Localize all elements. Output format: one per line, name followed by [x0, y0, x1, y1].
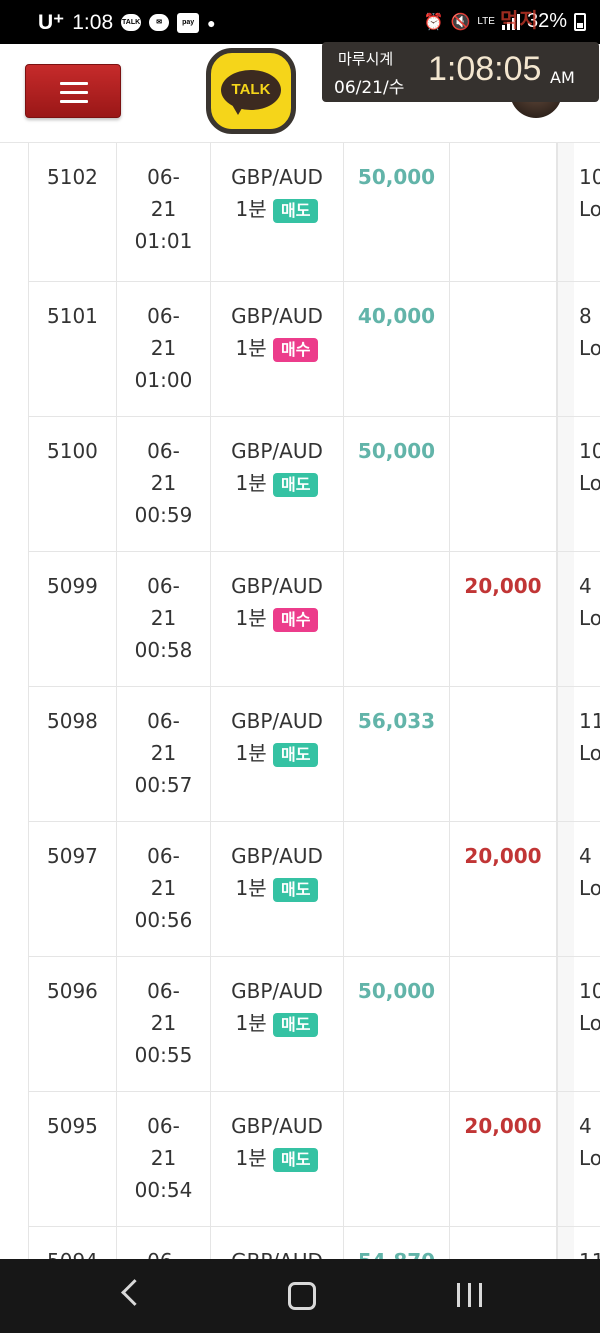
trade-id: 5095: [29, 1092, 117, 1226]
trade-side-badge: 매도: [273, 1012, 319, 1037]
trade-loss: [450, 143, 557, 281]
trade-side-badge: 매도: [273, 198, 319, 223]
table-row[interactable]: 509406-2100:53GBP/AUD1분 매도54,87011Lo: [29, 1227, 600, 1259]
trade-symbol: GBP/AUD 1분 매수: [211, 552, 344, 686]
table-row[interactable]: 5095 06- 21 00:54 GBP/AUD 1분 매도 20,000 4 Lo: [29, 1092, 600, 1227]
trade-side-badge: 매도: [273, 1147, 319, 1172]
table-row[interactable]: 5096 06- 21 00:55 GBP/AUD 1분 매도 50,000 10 Lo: [29, 957, 600, 1092]
trade-time: 06- 21 00:59: [117, 417, 211, 551]
trade-history[interactable]: 5102 06- 21 01:01 GBP/AUD 1분 매도 50,000 10 Lo 5101…: [0, 143, 600, 1259]
trade-profit: 56,033: [344, 687, 450, 821]
trade-table: 5102 06- 21 01:01 GBP/AUD 1분 매도 50,000 10 Lo 5101…: [28, 143, 600, 1259]
table-row[interactable]: 5098 06- 21 00:57 GBP/AUD 1분 매도 56,033 11 Lo: [29, 687, 600, 822]
trade-period: 1분: [235, 471, 267, 495]
kakaotalk-label: TALK: [221, 70, 281, 110]
table-row[interactable]: 5100 06- 21 00:59 GBP/AUD 1분 매도 50,000 10 Lo: [29, 417, 600, 552]
table-row[interactable]: 5099 06- 21 00:58 GBP/AUD 1분 매수 20,000 4 Lo: [29, 552, 600, 687]
trade-loss: [450, 957, 557, 1091]
recent-apps-icon[interactable]: [457, 1283, 483, 1307]
clock-ampm: AM: [550, 68, 575, 87]
trade-id: 5096: [29, 957, 117, 1091]
trade-symbol: GBP/AUD1분 매도: [211, 1227, 344, 1259]
table-row[interactable]: 5101 06- 21 01:00 GBP/AUD 1분 매수 40,000 8 Lo: [29, 282, 600, 417]
trade-loss: [450, 1227, 557, 1259]
trade-symbol: GBP/AUD1분 매도: [211, 822, 344, 956]
trade-side-badge: 매도: [273, 877, 319, 902]
trade-period: 1분: [235, 606, 267, 630]
trade-side-badge: 매수: [273, 607, 319, 632]
trade-period: 1분: [235, 197, 267, 221]
status-left: U⁺ 1:08 TALK ✉ pay ●: [38, 10, 216, 35]
clock-time: 1:08:05: [428, 50, 542, 88]
home-icon[interactable]: [288, 1282, 316, 1310]
trade-loss: [450, 282, 557, 416]
trade-time: 06- 21 00:54: [117, 1092, 211, 1226]
trade-profit: [344, 552, 450, 686]
trade-id: 5097: [29, 822, 117, 956]
carrier-label: U⁺: [38, 11, 65, 34]
trade-symbol: GBP/AUD1분 매도: [211, 143, 344, 281]
trade-id: 5102: [29, 143, 117, 281]
trade-profit: 50,000: [344, 143, 450, 281]
watermark-logo: 먹지: [500, 10, 539, 32]
trade-id: 5100: [29, 417, 117, 551]
trade-profit: 54,870: [344, 1227, 450, 1259]
trade-symbol: GBP/AUD1분 매도: [211, 417, 344, 551]
trade-time: 06- 21 01:01: [117, 143, 211, 281]
maru-clock-widget: 마루시계 06/21/수 1:08:05 AM: [322, 42, 599, 102]
trade-loss: 20,000: [450, 552, 557, 686]
lte-label: LTE: [477, 15, 495, 27]
alarm-icon: ⏰: [423, 13, 444, 31]
trade-time: 06- 21 00:55: [117, 957, 211, 1091]
trade-id: 5101: [29, 282, 117, 416]
kakaotalk-icon[interactable]: TALK: [206, 48, 296, 134]
pay-notification-icon: pay: [177, 12, 200, 33]
trade-symbol: GBP/AUD1분 매도: [211, 1092, 344, 1226]
status-time: 1:08: [72, 10, 114, 34]
trade-profit: [344, 1092, 450, 1226]
table-row[interactable]: 5102 06- 21 01:01 GBP/AUD 1분 매도 50,000 10 Lo: [29, 143, 600, 282]
trade-side-badge: 매수: [273, 337, 319, 362]
clock-label: 마루시계: [338, 50, 394, 68]
navigation-bar: [0, 1259, 600, 1333]
more-notifications-dot: ●: [207, 14, 216, 31]
trade-time: 06- 21 00:57: [117, 687, 211, 821]
trade-symbol: GBP/AUD1분 매도: [211, 957, 344, 1091]
trade-time: 06- 21 01:00: [117, 282, 211, 416]
table-row[interactable]: 5097 06- 21 00:56 GBP/AUD 1분 매도 20,000 4 Lo: [29, 822, 600, 957]
trade-symbol: GBP/AUD1분 매도: [211, 687, 344, 821]
trade-period: 1분: [235, 1146, 267, 1170]
trade-id: 5094: [29, 1227, 117, 1259]
trade-period: 1분: [235, 876, 267, 900]
trade-loss: 20,000: [450, 1092, 557, 1226]
menu-button[interactable]: [25, 64, 121, 118]
trade-profit: 50,000: [344, 417, 450, 551]
talk-notification-icon: TALK: [121, 14, 142, 31]
trade-id: 5098: [29, 687, 117, 821]
trade-time: 06- 21 00:56: [117, 822, 211, 956]
trade-profit: 40,000: [344, 282, 450, 416]
trade-loss: [450, 417, 557, 551]
mute-icon: 🔇: [450, 13, 471, 31]
trade-time: 06-2100:53: [117, 1227, 211, 1259]
hamburger-icon: [60, 82, 88, 109]
trade-period: 1분: [235, 1011, 267, 1035]
trade-loss: [450, 687, 557, 821]
trade-period: 1분: [235, 741, 267, 765]
clock-date: 06/21/수: [334, 78, 405, 98]
chat-notification-icon: ✉: [149, 14, 170, 31]
trade-loss: 20,000: [450, 822, 557, 956]
trade-profit: [344, 822, 450, 956]
trade-profit: 50,000: [344, 957, 450, 1091]
back-chevron-icon[interactable]: [121, 1279, 148, 1306]
trade-period: 1분: [235, 336, 267, 360]
trade-side-badge: 매도: [273, 742, 319, 767]
trade-id: 5099: [29, 552, 117, 686]
trade-symbol: GBP/AUD 1분 매수: [211, 282, 344, 416]
trade-side-badge: 매도: [273, 472, 319, 497]
status-bar: U⁺ 1:08 TALK ✉ pay ● ⏰ 🔇 LTE 32% 먹지: [0, 0, 600, 44]
trade-time: 06- 21 00:58: [117, 552, 211, 686]
